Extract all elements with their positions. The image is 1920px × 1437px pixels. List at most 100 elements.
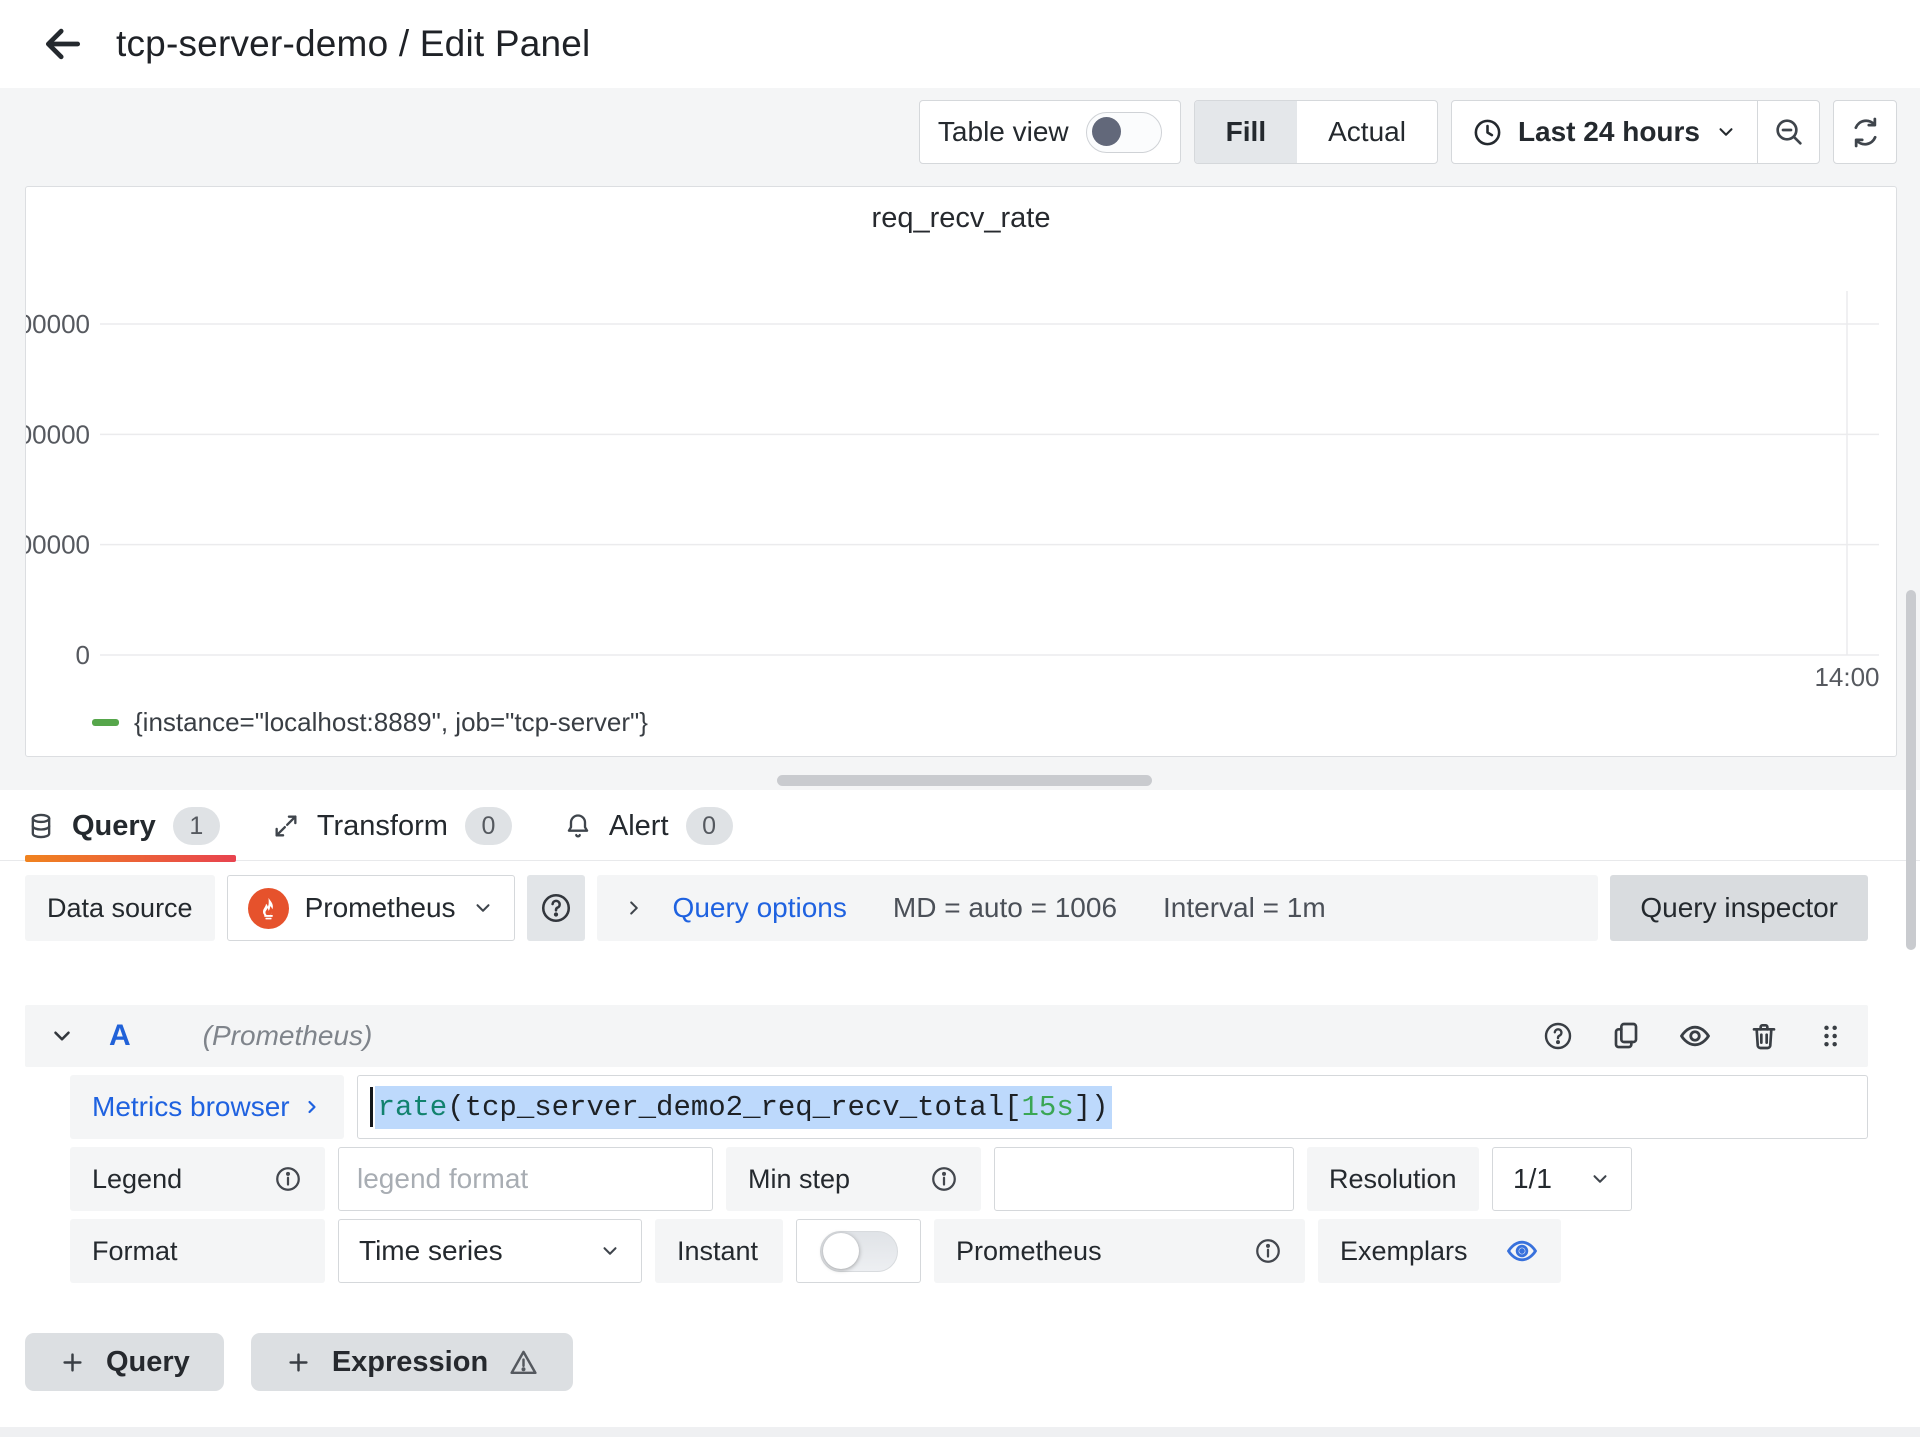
legend-format-input[interactable] bbox=[338, 1147, 713, 1211]
back-button[interactable] bbox=[40, 21, 86, 67]
drag-handle[interactable] bbox=[1816, 1021, 1844, 1051]
resolution-select[interactable]: 1/1 bbox=[1492, 1147, 1632, 1211]
datasource-help-button[interactable] bbox=[526, 875, 585, 941]
clock-icon bbox=[1474, 119, 1501, 145]
tab-alert[interactable]: Alert 0 bbox=[562, 807, 755, 860]
time-picker-group: Last 24 hours bbox=[1450, 100, 1820, 164]
query-card-body: Metrics browser rate (tcp_server_demo2_re… bbox=[25, 1075, 1868, 1283]
chevron-down-icon bbox=[476, 904, 490, 912]
datasource-select[interactable]: Prometheus bbox=[226, 875, 515, 941]
panel-preview-zone: Table view Fill Actual Last 24 hours req… bbox=[0, 88, 1920, 790]
legend-series-label: {instance="localhost:8889", job="tcp-ser… bbox=[134, 707, 648, 737]
info-icon bbox=[1256, 1239, 1280, 1263]
query-ref-id: A bbox=[109, 1019, 131, 1052]
bell-icon bbox=[567, 814, 589, 838]
interval-text: Interval = 1m bbox=[1163, 892, 1326, 923]
table-view-switch[interactable] bbox=[1085, 111, 1162, 153]
format-value: Time series bbox=[359, 1235, 503, 1266]
instant-toggle[interactable] bbox=[796, 1219, 921, 1283]
question-circle-icon bbox=[541, 893, 570, 923]
query-datasource-hint: (Prometheus) bbox=[202, 1020, 373, 1051]
query-options-bar: Query options MD = auto = 1006 Interval … bbox=[596, 875, 1599, 941]
tab-transform-count: 0 bbox=[464, 807, 512, 845]
svg-text:300000: 300000 bbox=[26, 309, 90, 339]
warning-icon bbox=[510, 1350, 537, 1374]
promql-close: ]) bbox=[1073, 1090, 1109, 1124]
vertical-scrollbar[interactable] bbox=[1906, 590, 1916, 950]
remove-query-button[interactable] bbox=[1748, 1020, 1780, 1052]
chevron-right-icon bbox=[308, 1100, 316, 1114]
tab-alert-label: Alert bbox=[608, 809, 669, 842]
info-icon bbox=[932, 1167, 956, 1191]
max-data-points-text: MD = auto = 1006 bbox=[892, 892, 1118, 923]
format-options-row: Format Time series Instant Prometheus Ex… bbox=[70, 1219, 1868, 1283]
metrics-browser-label: Metrics browser bbox=[92, 1091, 290, 1122]
actual-button[interactable]: Actual bbox=[1297, 101, 1437, 163]
fill-actual-segment: Fill Actual bbox=[1193, 100, 1438, 164]
toggle-visibility-button[interactable] bbox=[1678, 1019, 1712, 1053]
edit-panel-page: tcp-server-demo / Edit Panel Table view … bbox=[0, 0, 1920, 1437]
tab-query-label: Query bbox=[72, 809, 156, 842]
tab-transform[interactable]: Transform 0 bbox=[270, 807, 534, 860]
zoom-out-button[interactable] bbox=[1757, 101, 1819, 163]
help-button[interactable] bbox=[1542, 1020, 1574, 1052]
time-range-picker[interactable]: Last 24 hours bbox=[1452, 101, 1757, 163]
copy-icon bbox=[1614, 1022, 1638, 1049]
chevron-right-icon[interactable] bbox=[623, 897, 645, 919]
info-icon bbox=[276, 1167, 300, 1191]
query-expression-input[interactable]: rate (tcp_server_demo2_req_recv_total[15s… bbox=[356, 1075, 1868, 1139]
svg-text:14:00: 14:00 bbox=[1814, 662, 1879, 692]
legend-field-label: Legend bbox=[70, 1147, 325, 1211]
tab-transform-label: Transform bbox=[316, 809, 448, 842]
refresh-button[interactable] bbox=[1833, 100, 1897, 164]
add-query-button[interactable]: Query bbox=[25, 1333, 224, 1391]
page-title: tcp-server-demo / Edit Panel bbox=[116, 23, 591, 64]
promql-range: 15s bbox=[1021, 1090, 1074, 1124]
format-select[interactable]: Time series bbox=[338, 1219, 642, 1283]
eye-icon bbox=[1506, 1240, 1538, 1262]
expression-row: Metrics browser rate (tcp_server_demo2_re… bbox=[70, 1075, 1868, 1139]
instant-switch bbox=[819, 1230, 898, 1272]
tab-alert-count: 0 bbox=[685, 807, 733, 845]
trash-icon bbox=[1752, 1023, 1776, 1050]
selected-expression: rate (tcp_server_demo2_req_recv_total[15s… bbox=[374, 1085, 1112, 1129]
chevron-down-icon[interactable] bbox=[49, 1023, 75, 1049]
plus-icon bbox=[289, 1352, 308, 1372]
prometheus-logo bbox=[247, 887, 289, 929]
query-header-actions bbox=[1542, 1019, 1844, 1053]
query-card-header[interactable]: A (Prometheus) bbox=[25, 1005, 1868, 1067]
text-cursor bbox=[369, 1087, 373, 1127]
plus-icon bbox=[63, 1352, 82, 1372]
resolution-label: Resolution bbox=[1307, 1147, 1479, 1211]
arrow-left-icon bbox=[45, 28, 81, 60]
datasource-label: Data source bbox=[25, 875, 215, 941]
min-step-input[interactable] bbox=[994, 1147, 1294, 1211]
table-view-label: Table view bbox=[937, 116, 1069, 147]
horizontal-scrollbar[interactable] bbox=[777, 775, 1152, 786]
refresh-icon bbox=[1854, 117, 1876, 147]
resolution-value: 1/1 bbox=[1513, 1163, 1552, 1194]
query-options-link[interactable]: Query options bbox=[673, 892, 847, 924]
chart-panel: req_recv_rate 010000020000030000016:0018… bbox=[25, 186, 1897, 757]
header: tcp-server-demo / Edit Panel bbox=[0, 0, 1920, 88]
question-circle-icon bbox=[1544, 1022, 1572, 1050]
datasource-value: Prometheus bbox=[304, 892, 456, 923]
tab-query[interactable]: Query 1 bbox=[25, 807, 242, 862]
metrics-browser-button[interactable]: Metrics browser bbox=[70, 1075, 344, 1139]
exemplars-toggle[interactable] bbox=[1505, 1234, 1539, 1268]
query-inspector-button[interactable]: Query inspector bbox=[1610, 875, 1868, 941]
time-series-chart[interactable]: 010000020000030000016:0018:0020:0022:000… bbox=[26, 239, 1892, 717]
transform-icon bbox=[275, 815, 297, 837]
instant-label: Instant bbox=[655, 1219, 783, 1283]
switch-knob bbox=[1091, 116, 1121, 146]
prometheus-options-label: Prometheus bbox=[934, 1219, 1305, 1283]
fill-button[interactable]: Fill bbox=[1194, 101, 1298, 163]
drag-handle-icon bbox=[1824, 1025, 1837, 1047]
panel-toolbar: Table view Fill Actual Last 24 hours bbox=[0, 100, 1897, 164]
chart-legend[interactable]: {instance="localhost:8889", job="tcp-ser… bbox=[92, 707, 648, 738]
format-label: Format bbox=[70, 1219, 325, 1283]
svg-text:100000: 100000 bbox=[26, 530, 90, 560]
add-expression-button[interactable]: Expression bbox=[250, 1333, 574, 1391]
duplicate-query-button[interactable] bbox=[1610, 1020, 1642, 1052]
promql-function: rate bbox=[377, 1090, 448, 1124]
